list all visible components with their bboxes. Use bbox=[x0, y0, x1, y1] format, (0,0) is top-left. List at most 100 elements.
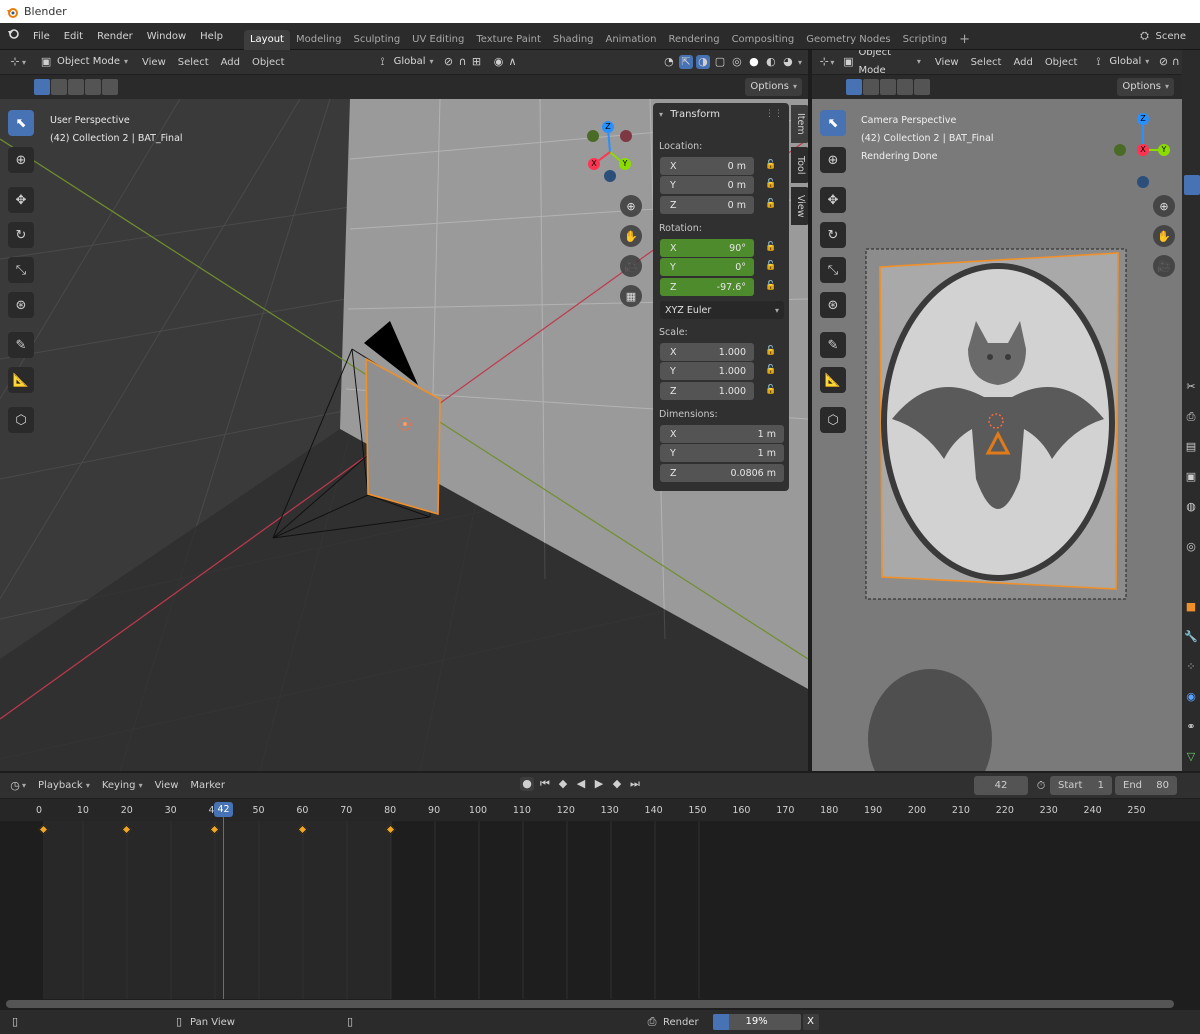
pivot-icon[interactable]: ⊘ bbox=[1157, 55, 1169, 69]
stopwatch-icon[interactable]: ⏱ bbox=[1034, 779, 1048, 793]
view-layer-properties-icon[interactable]: ▣ bbox=[1184, 470, 1198, 484]
tool-rotate[interactable]: ↻ bbox=[8, 222, 34, 248]
tool-scale[interactable]: ⤡ bbox=[8, 257, 34, 283]
pivot-icon[interactable]: ⊘ bbox=[442, 55, 456, 69]
transform-panel-header[interactable]: ▾ Transform bbox=[659, 109, 720, 120]
scale-z-field[interactable]: Z 1.000 bbox=[660, 382, 754, 400]
playhead-frame-box[interactable]: 42 bbox=[214, 802, 233, 817]
tool-move[interactable]: ✥ bbox=[820, 187, 846, 213]
menu-view[interactable]: View bbox=[929, 50, 965, 75]
tab-layout[interactable]: Layout bbox=[243, 29, 290, 50]
pan-hand-icon[interactable]: ✋ bbox=[620, 225, 642, 247]
menu-select[interactable]: Select bbox=[172, 50, 215, 75]
scale-x-field[interactable]: X 1.000 bbox=[660, 343, 754, 361]
camera-view-icon[interactable]: 🎥 bbox=[1153, 255, 1175, 277]
tool-move[interactable]: ✥ bbox=[8, 187, 34, 213]
tool-select-box[interactable]: ⬉ bbox=[8, 110, 34, 136]
menu-select[interactable]: Select bbox=[965, 50, 1008, 75]
tool-annotate[interactable]: ✎ bbox=[8, 332, 34, 358]
dimensions-y-field[interactable]: Y1 m bbox=[660, 444, 784, 462]
world-properties-icon[interactable]: ◎ bbox=[1184, 540, 1198, 554]
lock-icon[interactable]: 🔓 bbox=[765, 242, 777, 254]
rendered-shading-icon[interactable]: ◕ bbox=[781, 55, 795, 69]
object-properties-icon[interactable]: ■ bbox=[1184, 600, 1198, 614]
tool-select-box[interactable]: ⬉ bbox=[820, 110, 846, 136]
mode-selector[interactable]: ▣ Object Mode ▾ bbox=[34, 53, 133, 71]
menu-add[interactable]: Add bbox=[215, 50, 246, 75]
gizmo-x-label[interactable]: X bbox=[1137, 144, 1149, 156]
prev-keyframe-icon[interactable]: ◆ bbox=[556, 777, 570, 791]
menu-file[interactable]: File bbox=[26, 23, 57, 50]
gizmo-z-label[interactable]: Z bbox=[1137, 113, 1149, 125]
tool-rotate[interactable]: ↻ bbox=[820, 222, 846, 248]
menu-playback[interactable]: Playback ▾ bbox=[32, 773, 96, 798]
tool-transform[interactable]: ⊛ bbox=[820, 292, 846, 318]
data-properties-icon[interactable]: ▽ bbox=[1184, 750, 1198, 764]
scene-properties-icon[interactable]: ◍ bbox=[1184, 500, 1198, 514]
xray-icon[interactable]: ▢ bbox=[713, 55, 727, 69]
menu-object[interactable]: Object bbox=[246, 50, 291, 75]
wireframe-shading-icon[interactable]: ◎ bbox=[730, 55, 744, 69]
rotation-x-field[interactable]: X 90° bbox=[660, 239, 754, 257]
play-reverse-icon[interactable]: ◀ bbox=[574, 777, 588, 791]
location-y-field[interactable]: Y0 m bbox=[660, 176, 754, 194]
jump-start-icon[interactable]: ⏮ bbox=[538, 777, 552, 791]
menu-view[interactable]: View bbox=[149, 773, 185, 798]
perspective-toggle-icon[interactable]: ▦ bbox=[620, 285, 642, 307]
modifier-properties-icon[interactable]: 🔧 bbox=[1184, 630, 1198, 644]
playhead-line[interactable] bbox=[223, 809, 224, 999]
dimensions-x-field[interactable]: X1 m bbox=[660, 425, 784, 443]
gizmo-x-label[interactable]: X bbox=[588, 158, 600, 170]
cancel-render-button[interactable]: X bbox=[802, 1014, 819, 1030]
snap-target-icon[interactable]: ⊞ bbox=[470, 55, 484, 69]
add-workspace-button[interactable]: + bbox=[953, 30, 976, 50]
lock-icon[interactable]: 🔓 bbox=[765, 385, 777, 397]
menu-add[interactable]: Add bbox=[1007, 50, 1038, 75]
next-keyframe-icon[interactable]: ◆ bbox=[610, 777, 624, 791]
options-button[interactable]: Options ▾ bbox=[745, 78, 802, 96]
rotation-y-field[interactable]: Y 0° bbox=[660, 258, 754, 276]
menu-edit[interactable]: Edit bbox=[57, 23, 90, 50]
menu-marker[interactable]: Marker bbox=[184, 773, 231, 798]
jump-end-icon[interactable]: ⏭ bbox=[628, 777, 642, 791]
tool-cursor[interactable]: ⊕ bbox=[8, 147, 34, 173]
solid-shading-icon[interactable]: ● bbox=[747, 55, 761, 69]
select-box-mode-icons[interactable] bbox=[34, 79, 118, 95]
visibility-icon[interactable]: ◔ bbox=[662, 55, 676, 69]
transform-orientation-selector[interactable]: ⟟ Global ▾ bbox=[1086, 53, 1154, 71]
editor-type-icon[interactable]: ⊹ bbox=[8, 55, 22, 69]
scene-selector[interactable]: ⛭ Scene bbox=[1138, 29, 1200, 43]
render-properties-icon[interactable]: ⎙ bbox=[1184, 410, 1198, 424]
overlay-toggle-icon[interactable]: ◑ bbox=[695, 55, 710, 69]
falloff-icon[interactable]: ∧ bbox=[506, 55, 520, 69]
start-frame-field[interactable]: Start 1 bbox=[1050, 776, 1112, 795]
menu-render[interactable]: Render bbox=[90, 23, 140, 50]
tab-scripting[interactable]: Scripting bbox=[897, 30, 953, 50]
timeline-area[interactable] bbox=[0, 799, 1200, 1010]
select-box-mode-icons[interactable] bbox=[846, 79, 930, 95]
zoom-icon[interactable]: ⊕ bbox=[1153, 195, 1175, 217]
tab-modeling[interactable]: Modeling bbox=[290, 30, 348, 50]
tab-item[interactable]: Item bbox=[791, 105, 808, 143]
timeline-editor-icon[interactable]: ◷ bbox=[8, 779, 22, 793]
tab-texture-paint[interactable]: Texture Paint bbox=[470, 30, 547, 50]
tool-measure[interactable]: 📐 bbox=[820, 367, 846, 393]
snap-icon[interactable]: ∩ bbox=[456, 55, 470, 69]
snap-icon[interactable]: ∩ bbox=[1170, 55, 1182, 69]
panel-grip-icon[interactable]: ⋮⋮ bbox=[765, 109, 783, 119]
menu-object[interactable]: Object bbox=[1039, 50, 1084, 75]
gizmo-z-label[interactable]: Z bbox=[602, 121, 614, 133]
output-properties-icon[interactable]: ▤ bbox=[1184, 440, 1198, 454]
blender-menu-icon[interactable] bbox=[0, 23, 26, 50]
physics-properties-icon[interactable]: ◉ bbox=[1184, 690, 1198, 704]
proportional-edit-icon[interactable]: ◉ bbox=[492, 55, 506, 69]
lock-icon[interactable]: 🔓 bbox=[765, 160, 777, 172]
record-icon[interactable]: ● bbox=[520, 777, 534, 791]
timeline-scrollbar[interactable] bbox=[6, 1000, 1174, 1008]
tab-shading[interactable]: Shading bbox=[547, 30, 600, 50]
pan-hand-icon[interactable]: ✋ bbox=[1153, 225, 1175, 247]
tool-annotate[interactable]: ✎ bbox=[820, 332, 846, 358]
right-viewport[interactable]: ⊹ ▾ ▣ Object Mode ▾ View Select Add Obje… bbox=[812, 50, 1182, 771]
navigation-gizmo[interactable]: Z Y X bbox=[1112, 110, 1172, 190]
tool-transform[interactable]: ⊛ bbox=[8, 292, 34, 318]
